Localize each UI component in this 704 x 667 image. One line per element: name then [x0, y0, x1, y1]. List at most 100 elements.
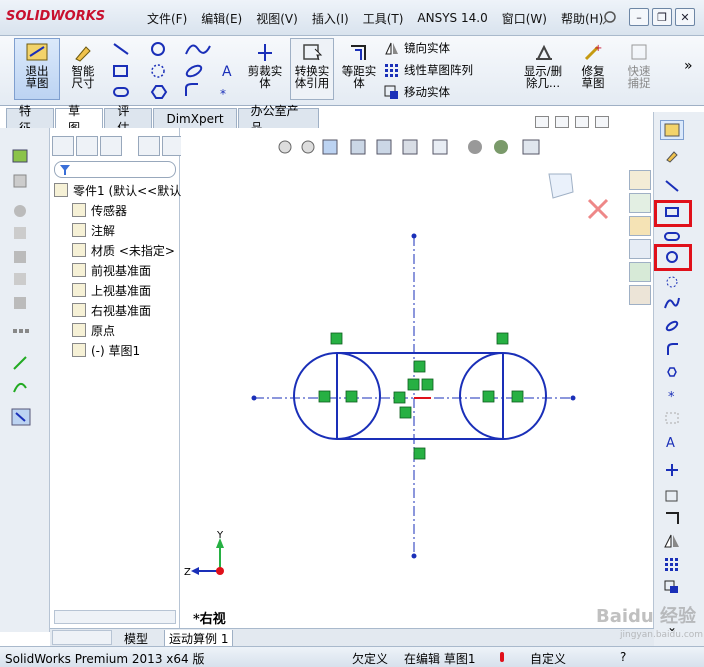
- menu-insert[interactable]: 插入(I): [305, 10, 356, 27]
- graphics-area[interactable]: Z Y *右视: [181, 116, 653, 632]
- sketch-toggle-button[interactable]: [660, 120, 684, 140]
- menu-edit[interactable]: 编辑(E): [194, 10, 249, 27]
- sketch-relations[interactable]: [318, 332, 524, 460]
- heads-up-toolbar[interactable]: [278, 139, 540, 155]
- shaded-icon[interactable]: [11, 294, 31, 312]
- tab-model[interactable]: 模型: [124, 630, 148, 647]
- file-explorer-icon[interactable]: [629, 239, 651, 259]
- line-tool[interactable]: [660, 176, 684, 196]
- configuration-tab[interactable]: [100, 136, 122, 156]
- dimension-tool[interactable]: [660, 146, 684, 166]
- menu-file[interactable]: 文件(F): [140, 10, 194, 27]
- home-icon[interactable]: [629, 170, 651, 190]
- tree-filter[interactable]: [54, 161, 176, 178]
- ellipse-tool[interactable]: [660, 316, 684, 336]
- sketch-entity-icon[interactable]: [11, 354, 31, 372]
- mirror-entities-button[interactable]: 镜向实体: [384, 38, 450, 58]
- point-tool[interactable]: *: [660, 385, 684, 405]
- plane-tool[interactable]: [660, 408, 684, 428]
- minimize-button[interactable]: –: [629, 8, 649, 26]
- view-name-label: *右视: [193, 611, 226, 627]
- text-icon: A: [666, 436, 675, 448]
- trim-tool[interactable]: [660, 460, 684, 480]
- viewport-split-button[interactable]: [555, 116, 569, 128]
- hidden-lines-icon[interactable]: [11, 270, 31, 288]
- ribbon-overflow-button[interactable]: »: [684, 58, 693, 74]
- tree-item-annotations[interactable]: 注解: [72, 221, 115, 239]
- quick-snap-button[interactable]: 快速捕捉: [618, 38, 660, 100]
- appearances-icon[interactable]: [629, 262, 651, 282]
- section-view-icon[interactable]: [11, 172, 31, 190]
- tree-item-front-plane[interactable]: 前视基准面: [72, 261, 151, 279]
- custom-properties-icon[interactable]: [629, 285, 651, 305]
- convert-entities-button[interactable]: 转换实体引用: [290, 38, 334, 100]
- tree-prev-button[interactable]: [138, 136, 160, 156]
- exit-sketch-button[interactable]: 退出草图: [14, 38, 60, 100]
- select-icon[interactable]: [11, 408, 31, 426]
- pan-icon[interactable]: [11, 224, 31, 242]
- tree-horizontal-scrollbar[interactable]: [54, 610, 176, 624]
- move-icon: [664, 580, 678, 593]
- tree-root[interactable]: 零件1 (默认<<默认: [54, 181, 181, 199]
- viewport-window-controls: [535, 116, 609, 128]
- resources-icon[interactable]: [629, 193, 651, 213]
- tree-item-origin[interactable]: 原点: [72, 321, 115, 339]
- menu-tools[interactable]: 工具(T): [356, 10, 411, 27]
- menu-view[interactable]: 视图(V): [249, 10, 305, 27]
- restore-button[interactable]: ❐: [652, 8, 672, 26]
- propertymanager-tab[interactable]: [76, 136, 98, 156]
- move-tool[interactable]: [660, 577, 684, 597]
- viewport-tile-button[interactable]: [535, 116, 549, 128]
- menu-window[interactable]: 窗口(W): [495, 10, 554, 27]
- confirmation-corner[interactable]: [548, 173, 609, 220]
- viewport-restore-button[interactable]: [575, 116, 589, 128]
- display-style-icon[interactable]: [11, 248, 31, 266]
- tab-scroll-controls[interactable]: [52, 630, 112, 645]
- smart-dimension-button[interactable]: 智能尺寸: [62, 38, 104, 100]
- spline-icon[interactable]: [11, 378, 31, 396]
- close-button[interactable]: ✕: [675, 8, 695, 26]
- rebuild-icon[interactable]: [496, 651, 508, 663]
- trim-button[interactable]: 剪裁实体: [244, 38, 286, 100]
- tree-item-top-plane[interactable]: 上视基准面: [72, 281, 151, 299]
- slot-tool[interactable]: [660, 226, 684, 246]
- offset-tool[interactable]: [660, 508, 684, 528]
- tree-item-sensors[interactable]: 传感器: [72, 201, 127, 219]
- repair-sketch-button[interactable]: + 修复草图: [572, 38, 614, 100]
- status-definition: 欠定义: [352, 652, 389, 666]
- design-library-icon[interactable]: [629, 216, 651, 236]
- tab-office-products[interactable]: 办公室产品: [237, 104, 319, 135]
- show-delete-relations-button[interactable]: 显示/删除几...: [518, 38, 568, 100]
- text-tool[interactable]: A: [660, 431, 684, 451]
- convert-tool[interactable]: [660, 486, 684, 506]
- pin-icon[interactable]: [602, 9, 618, 28]
- tab-features[interactable]: 特征: [6, 104, 55, 135]
- status-help-button[interactable]: ?: [620, 650, 626, 664]
- pattern-icon: [665, 558, 678, 571]
- status-units[interactable]: 自定义: [530, 650, 566, 667]
- move-entities-button[interactable]: 移动实体: [384, 82, 450, 102]
- fillet-tool[interactable]: [660, 339, 684, 359]
- offset-entities-button[interactable]: 等距实体: [338, 38, 380, 100]
- linear-pattern-button[interactable]: 线性草图阵列: [384, 60, 473, 80]
- polygon-tool[interactable]: [660, 362, 684, 382]
- rotate-icon[interactable]: [11, 202, 31, 220]
- tab-evaluate[interactable]: 评估: [104, 104, 153, 135]
- mirror-tool[interactable]: [660, 531, 684, 551]
- tree-item-material[interactable]: 材质 <未指定>: [72, 241, 175, 259]
- spline-tool[interactable]: [660, 293, 684, 313]
- sketch-canvas[interactable]: Z Y *右视: [181, 128, 653, 632]
- pattern-icon[interactable]: [11, 324, 31, 342]
- featuremanager-tab[interactable]: [52, 136, 74, 156]
- tab-sketch[interactable]: 草图: [55, 104, 104, 135]
- pattern-tool[interactable]: [660, 554, 684, 574]
- viewport-close-button[interactable]: [595, 116, 609, 128]
- tree-item-right-plane[interactable]: 右视基准面: [72, 301, 151, 319]
- tree-item-sketch1[interactable]: (-) 草图1: [72, 341, 140, 359]
- tab-dimxpert[interactable]: DimXpert: [153, 108, 237, 128]
- sketch-tools-grid[interactable]: A *: [110, 40, 240, 100]
- arc-tool[interactable]: [660, 272, 684, 292]
- menu-ansys[interactable]: ANSYS 14.0: [410, 11, 494, 25]
- view-orientation-icon[interactable]: [11, 146, 31, 164]
- part-icon: [54, 183, 68, 197]
